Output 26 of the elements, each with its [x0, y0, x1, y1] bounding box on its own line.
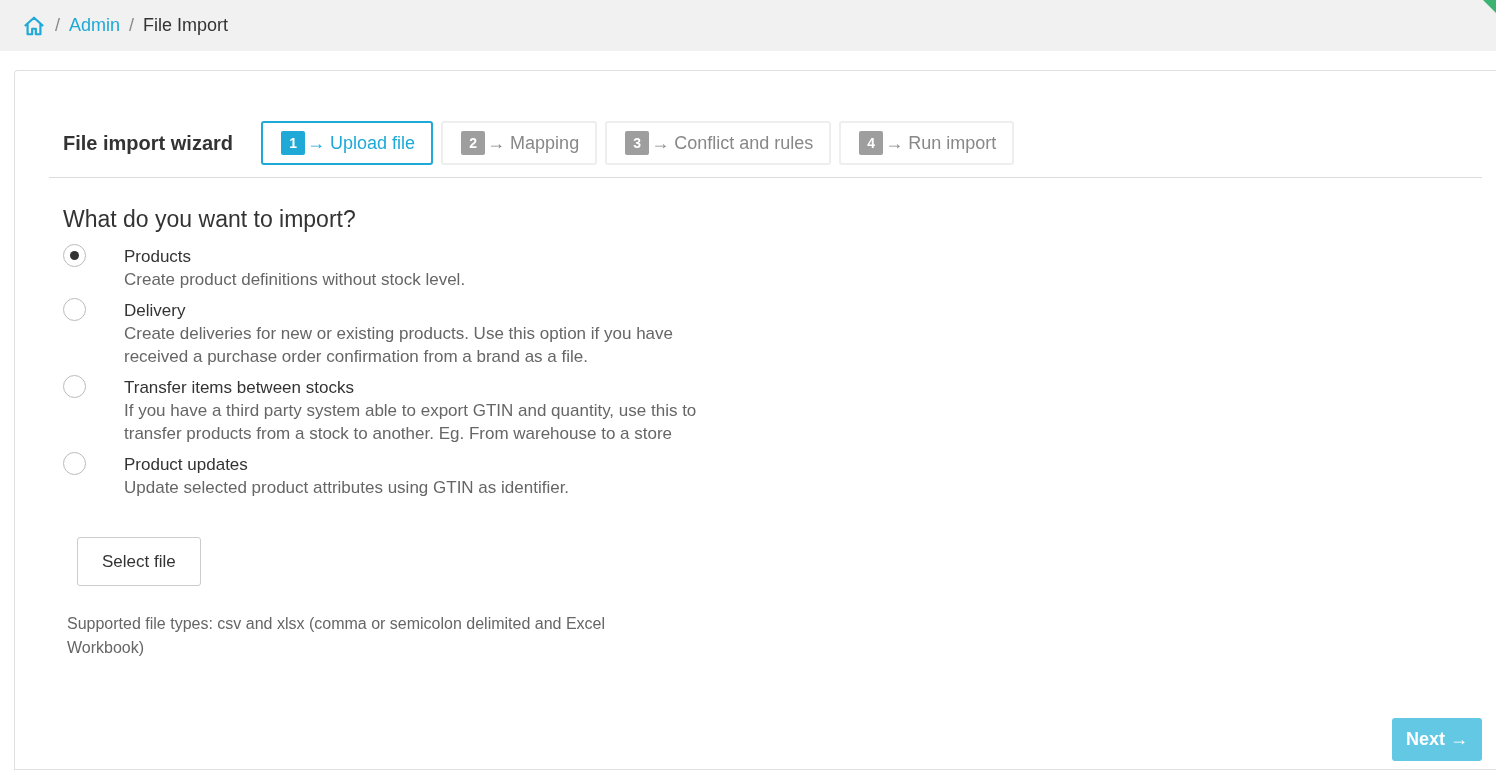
wizard-step-tab[interactable]: 3 → Conflict and rules [605, 121, 832, 165]
option-title: Products [124, 246, 193, 268]
option-title: Transfer items between stocks [124, 377, 355, 399]
option-description: If you have a third party system able to export GTIN and quantity, use this to transfer products from a stock to another. Eg. From warehouse to a store [124, 400, 698, 445]
select-file-button[interactable]: Select file [77, 537, 201, 586]
breadcrumb-separator: / [129, 15, 135, 36]
breadcrumb-separator: / [55, 15, 60, 36]
breadcrumb-current: File Import [143, 15, 229, 36]
step-number: 3 [625, 131, 650, 155]
wizard-step-tab[interactable]: 4 → Run import [839, 121, 1015, 165]
breadcrumb-link[interactable]: Admin [69, 15, 121, 36]
option-description: Create deliveries for new or existing products. Use this option if you have received a purchase order confirmation from a brand as a file. [124, 323, 674, 368]
wizard-title: File import wizard [63, 131, 234, 155]
question-heading: What do you want to import? [63, 206, 357, 233]
step-number: 1 [281, 131, 306, 155]
option-title: Product updates [124, 454, 249, 476]
option-description: Update selected product attributes using GTIN as identifier. [124, 477, 571, 499]
wizard-step-tab[interactable]: 1 → Upload file [261, 121, 434, 165]
step-number: 4 [859, 131, 884, 155]
step-number: 2 [461, 131, 486, 155]
supported-types-note: Supported file types: csv and xlsx (comma or semicolon delimited and Excel Workbook) [67, 614, 606, 658]
option-title: Delivery [124, 300, 187, 322]
option-description: Create product definitions without stock level. [124, 269, 467, 291]
wizard-step-tab[interactable]: 2 → Mapping [441, 121, 598, 165]
next-button[interactable]: Next → [1392, 718, 1482, 761]
home-icon[interactable] [22, 14, 46, 37]
